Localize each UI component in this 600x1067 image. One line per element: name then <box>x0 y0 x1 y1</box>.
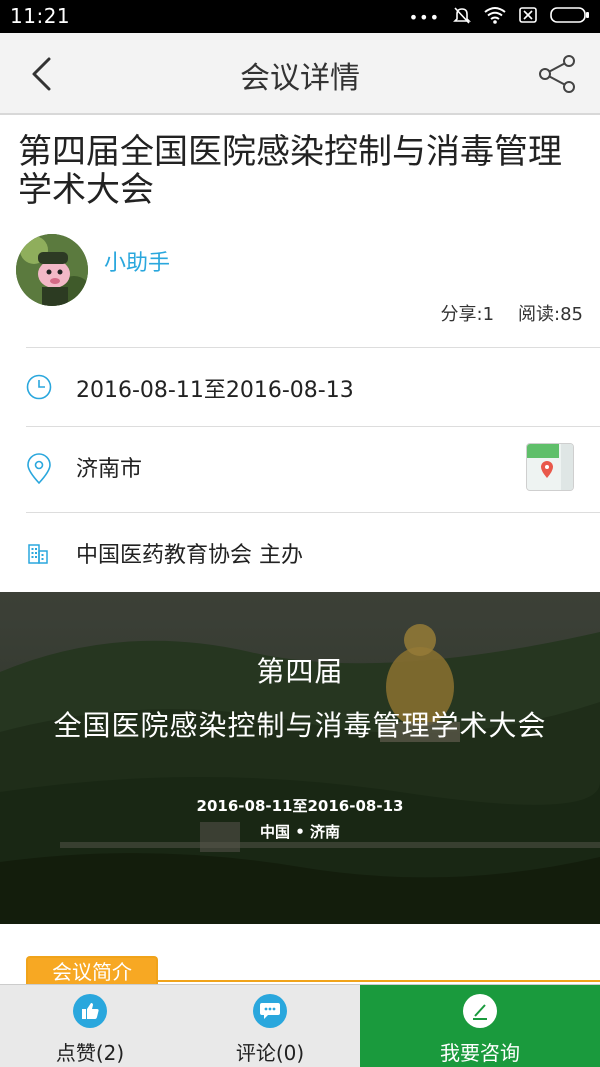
sim-off-icon <box>518 6 538 28</box>
pencil-icon <box>463 994 497 1028</box>
tab-intro[interactable]: 会议简介 <box>26 956 158 986</box>
share-icon <box>539 55 575 93</box>
battery-icon <box>550 6 590 28</box>
date-row: 2016-08-11至2016-08-13 <box>26 347 600 426</box>
conference-title: 第四届全国医院感染控制与消毒管理学术大会 <box>18 132 562 210</box>
organizer-text: 中国医药教育协会 主办 <box>76 543 303 568</box>
banner-edition: 第四届 <box>256 655 344 688</box>
location-row[interactable]: 济南市 <box>26 426 600 512</box>
location-text: 济南市 <box>76 457 143 482</box>
banner-date: 2016-08-11至2016-08-13 <box>196 797 404 815</box>
status-bar: 11:21 ••• <box>0 0 600 33</box>
banner-title: 全国医院感染控制与消毒管理学术大会 <box>53 709 547 742</box>
consult-button[interactable]: 我要咨询 <box>360 985 600 1067</box>
status-icons: ••• <box>409 6 590 28</box>
comment-bubble-icon <box>253 994 287 1028</box>
map-icon <box>527 444 573 490</box>
avatar-image <box>16 234 88 306</box>
banner-place: 中国 • 济南 <box>259 823 341 841</box>
read-count: 阅读:85 <box>518 304 583 325</box>
bottom-action-bar: 点赞(2) 评论(0) 我要咨询 <box>0 984 600 1067</box>
thumbs-up-icon <box>73 994 107 1028</box>
author-name[interactable]: 小助手 <box>104 245 170 277</box>
share-button[interactable] <box>536 53 578 95</box>
like-button[interactable]: 点赞(2) <box>0 985 180 1067</box>
like-label: 点赞(2) <box>55 1041 125 1065</box>
avatar[interactable] <box>16 234 88 306</box>
organizer-row: 中国医药教育协会 主办 <box>26 512 600 592</box>
mute-icon <box>452 5 472 29</box>
consult-label: 我要咨询 <box>440 1041 520 1065</box>
building-icon <box>28 544 48 564</box>
clock-icon <box>26 374 52 400</box>
date-text: 2016-08-11至2016-08-13 <box>76 378 354 403</box>
comment-button[interactable]: 评论(0) <box>180 985 360 1067</box>
status-time: 11:21 <box>10 4 71 28</box>
location-pin-icon <box>27 453 51 485</box>
article-stats: 分享:1 阅读:85 <box>441 300 584 326</box>
map-button[interactable] <box>526 443 574 491</box>
page-title: 会议详情 <box>240 61 360 96</box>
landscape-image <box>0 592 600 924</box>
app-header: 会议详情 <box>0 33 600 115</box>
wifi-icon <box>484 6 506 28</box>
conference-banner: 第四届 全国医院感染控制与消毒管理学术大会 2016-08-11至2016-08… <box>0 592 600 924</box>
more-dots-icon: ••• <box>408 7 440 27</box>
comment-label: 评论(0) <box>235 1041 305 1065</box>
share-count: 分享:1 <box>440 304 495 325</box>
